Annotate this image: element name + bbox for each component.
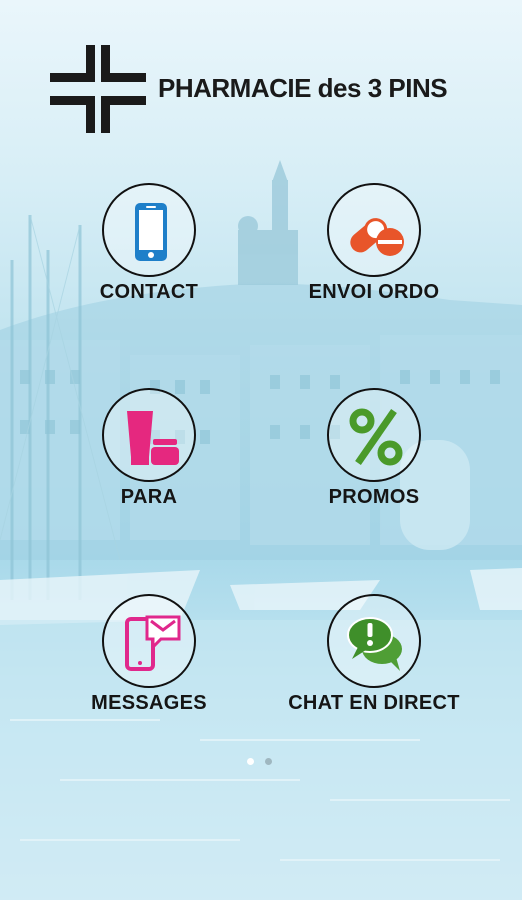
chat-icon-circle [327, 594, 421, 688]
messages-button[interactable]: MESSAGES [39, 594, 259, 724]
pharmacy-cross-logo-icon [50, 45, 146, 133]
page-indicator [245, 758, 277, 768]
para-button[interactable]: PARA [39, 388, 259, 518]
app-header: PHARMACIE des 3 PINS [50, 45, 490, 135]
promos-button[interactable]: PROMOS [264, 388, 484, 518]
smartphone-icon [135, 203, 167, 261]
chat-en-direct-label: CHAT EN DIRECT [288, 692, 460, 714]
percent-icon [349, 408, 403, 466]
phone-mail-icon [125, 615, 181, 671]
chat-en-direct-button[interactable]: CHAT EN DIRECT [264, 594, 484, 724]
cosmetics-icon [127, 411, 179, 465]
envoi-ordo-label: ENVOI ORDO [308, 281, 440, 303]
para-label: PARA [120, 486, 178, 508]
para-icon-circle [102, 388, 196, 482]
envoi-ordo-icon-circle [327, 183, 421, 277]
promos-label: PROMOS [328, 486, 420, 508]
contact-icon-circle [102, 183, 196, 277]
contact-button[interactable]: CONTACT [39, 183, 259, 313]
chat-bubbles-icon [347, 617, 402, 671]
page-dot-active[interactable] [247, 758, 254, 765]
page-dot-inactive[interactable] [265, 758, 272, 765]
messages-icon-circle [102, 594, 196, 688]
pharmacy-name: PHARMACIE des 3 PINS [158, 73, 448, 103]
envoi-ordo-button[interactable]: ENVOI ORDO [264, 183, 484, 313]
pills-icon [350, 218, 404, 256]
messages-label: MESSAGES [91, 692, 207, 714]
contact-label: CONTACT [99, 281, 199, 303]
promos-icon-circle [327, 388, 421, 482]
